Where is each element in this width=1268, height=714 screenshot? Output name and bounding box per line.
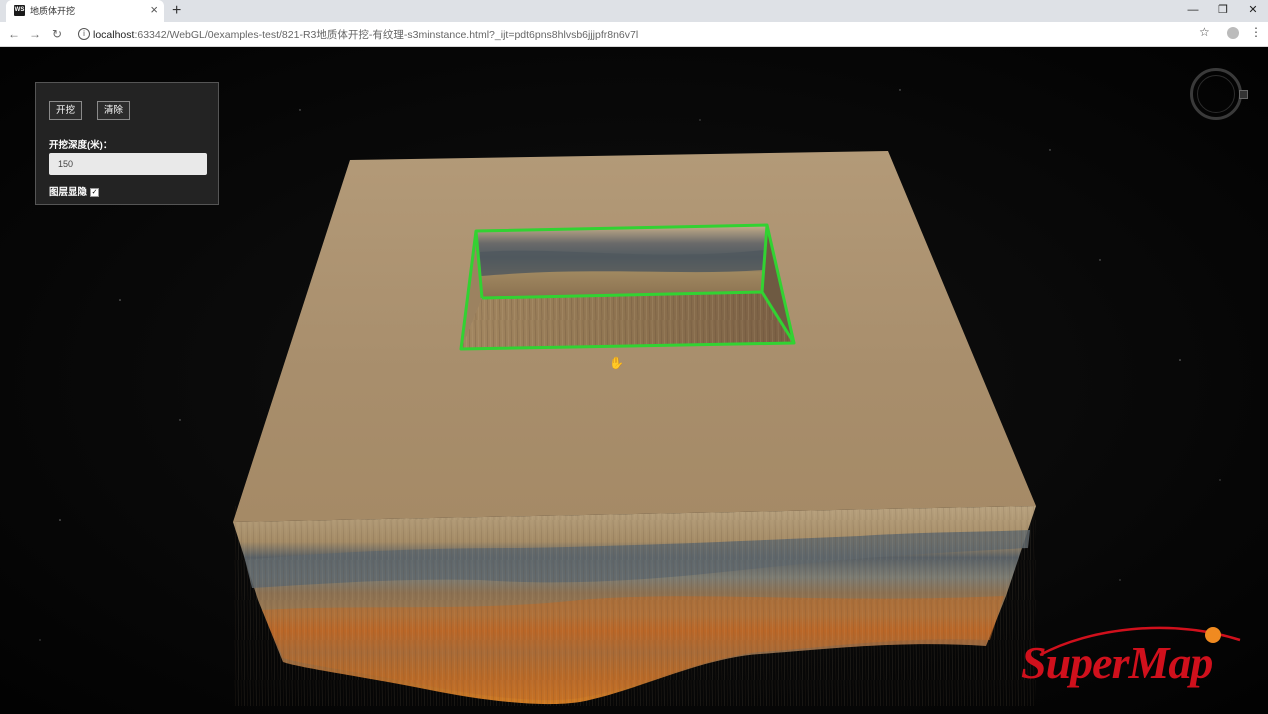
depth-input[interactable]: 150 — [49, 153, 207, 175]
excavation-panel: 开挖 清除 开挖深度(米)： 150 图层显隐 ✓ — [35, 82, 219, 205]
url-path: :63342/WebGL/0examples-test/821-R3地质体开挖-… — [134, 29, 639, 41]
forward-icon[interactable]: → — [26, 25, 44, 43]
window-close-icon[interactable]: ✕ — [1238, 0, 1268, 22]
browser-toolbar: ← → ↻ i localhost:63342/WebGL/0examples-… — [0, 22, 1268, 47]
supermap-logo: SuperMap — [1021, 637, 1213, 688]
strata-texture — [233, 506, 1036, 706]
tab-title: 地质体开挖 — [30, 6, 76, 16]
tab-close-icon[interactable]: × — [150, 2, 158, 17]
layer-toggle[interactable]: 图层显隐 ✓ — [49, 184, 100, 198]
compass-tilt-icon[interactable] — [1239, 90, 1248, 99]
navigation-compass[interactable] — [1190, 68, 1242, 120]
dig-button[interactable]: 开挖 — [49, 101, 83, 120]
browser-tab[interactable]: WS 地质体开挖 × — [6, 0, 164, 22]
new-tab-button[interactable]: + — [172, 0, 181, 22]
clear-button[interactable]: 清除 — [97, 101, 131, 120]
layer-toggle-label: 图层显隐 — [49, 187, 88, 198]
menu-icon[interactable]: ⋮ — [1250, 25, 1262, 39]
back-icon[interactable]: ← — [5, 25, 23, 43]
pit-floor-streaks — [461, 292, 794, 349]
layer-toggle-checkbox[interactable]: ✓ — [90, 188, 100, 197]
reload-icon[interactable]: ↻ — [48, 25, 66, 43]
tab-bar: WS 地质体开挖 × + — ❐ ✕ — [0, 0, 1268, 22]
profile-icon[interactable] — [1227, 27, 1239, 39]
webstorm-favicon-icon: WS — [14, 5, 25, 16]
restore-icon[interactable]: ❐ — [1208, 0, 1238, 22]
star-icon[interactable]: ☆ — [1199, 25, 1210, 39]
info-icon[interactable]: i — [78, 28, 90, 40]
minimize-icon[interactable]: — — [1178, 0, 1208, 22]
address-bar[interactable]: localhost:63342/WebGL/0examples-test/821… — [93, 27, 638, 42]
depth-label: 开挖深度(米)： — [49, 140, 113, 151]
url-host: localhost — [93, 29, 135, 41]
hand-cursor-icon: ✋ — [609, 356, 624, 370]
compass-ring[interactable] — [1197, 75, 1235, 113]
